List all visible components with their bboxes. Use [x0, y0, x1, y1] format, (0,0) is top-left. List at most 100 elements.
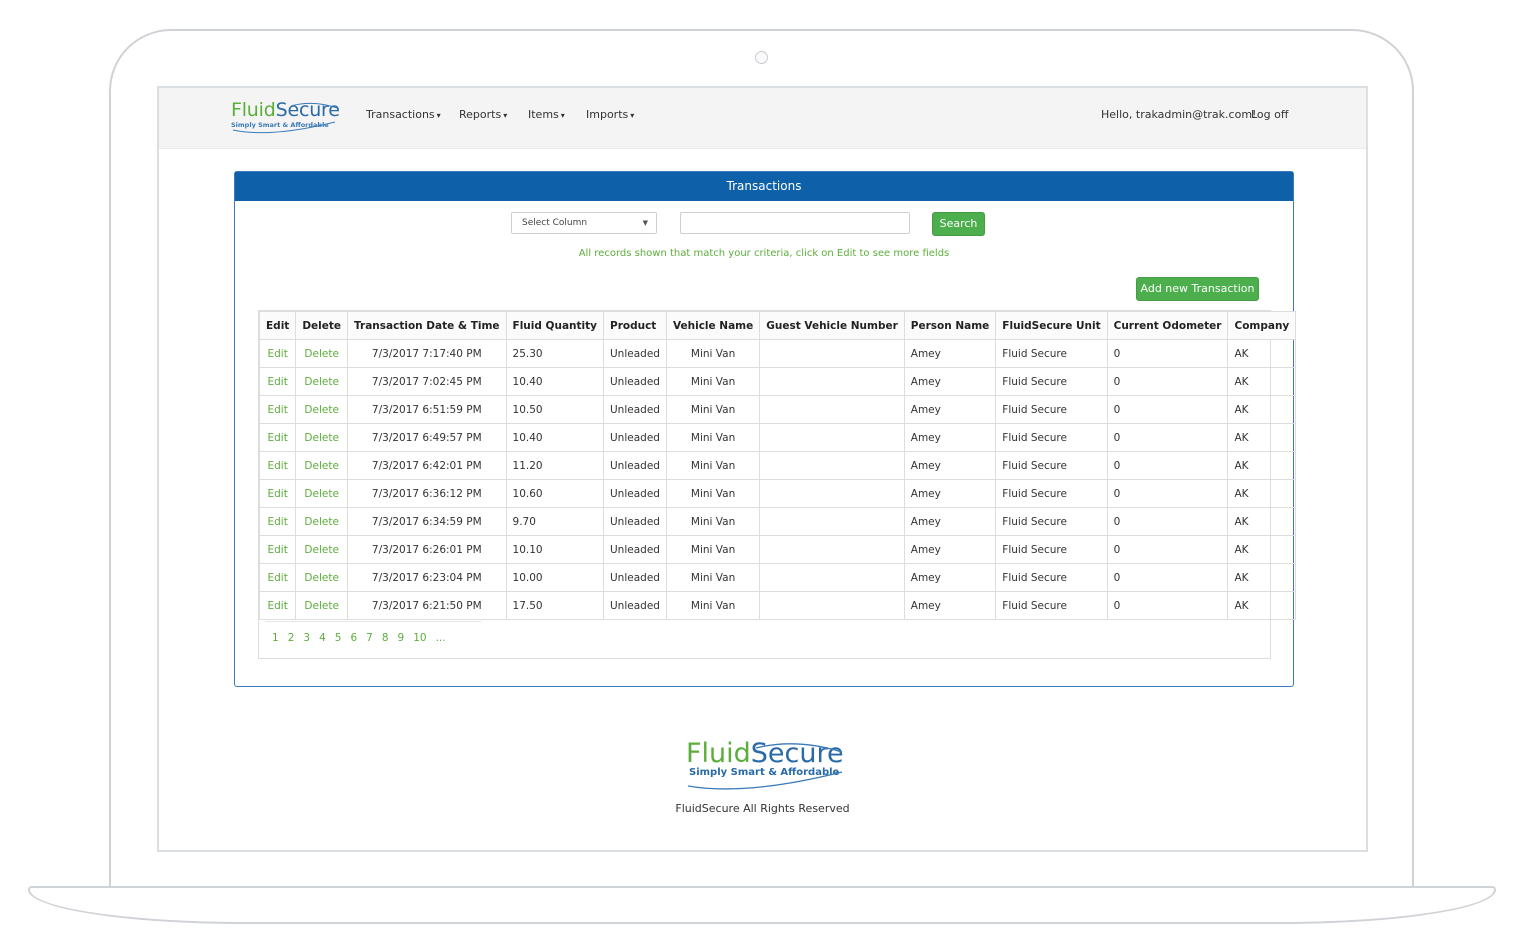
- caret-down-icon: ▾: [560, 111, 565, 120]
- logoff-link[interactable]: Log off: [1251, 108, 1288, 121]
- edit-link[interactable]: Edit: [258, 479, 297, 508]
- search-button[interactable]: Search: [932, 212, 985, 236]
- table-cell: Mini Van: [665, 563, 761, 592]
- add-transaction-button[interactable]: Add new Transaction: [1136, 277, 1259, 301]
- edit-link[interactable]: Edit: [258, 591, 297, 620]
- table-cell: Mini Van: [665, 535, 761, 564]
- table-row: Edit Delete 7/3/2017 6:23:04 PM 10.00 Unlead…: [258, 563, 1297, 592]
- delete-link[interactable]: Delete: [295, 339, 349, 368]
- table-cell: [759, 563, 905, 592]
- table-cell: AK: [1227, 451, 1297, 480]
- edit-link[interactable]: Edit: [258, 395, 297, 424]
- caret-down-icon: ▾: [436, 111, 441, 120]
- select-column-dropdown[interactable]: Select Column ▼: [511, 212, 657, 234]
- table-cell: Unleaded: [603, 563, 667, 592]
- delete-link[interactable]: Delete: [295, 479, 349, 508]
- table-cell: Amey: [903, 507, 997, 536]
- table-cell: AK: [1227, 507, 1297, 536]
- laptop-base: [28, 886, 1496, 924]
- table-cell: Unleaded: [603, 367, 667, 396]
- table-cell: [759, 395, 905, 424]
- delete-link[interactable]: Delete: [295, 395, 349, 424]
- page-link[interactable]: 3: [303, 632, 310, 644]
- edit-link[interactable]: Edit: [258, 507, 297, 536]
- page-link[interactable]: 6: [350, 632, 357, 644]
- table-cell: Fluid Secure: [995, 563, 1108, 592]
- page-link[interactable]: 9: [398, 632, 405, 644]
- column-header: Vehicle Name: [665, 311, 761, 340]
- edit-link[interactable]: Edit: [258, 339, 297, 368]
- table-cell: [759, 591, 905, 620]
- table-cell: Amey: [903, 479, 997, 508]
- table-row: Edit Delete 7/3/2017 6:21:50 PM 17.50 Unlead…: [258, 591, 1297, 620]
- page-link[interactable]: 5: [335, 632, 342, 644]
- table-cell: [759, 479, 905, 508]
- table-cell: Fluid Secure: [995, 591, 1108, 620]
- table-cell: [759, 507, 905, 536]
- table-header-row: Edit Delete Transaction Date & Time Fluid Q…: [258, 311, 1297, 340]
- transactions-table: Edit Delete Transaction Date & Time Fluid Q…: [258, 310, 1297, 659]
- table-cell: [759, 339, 905, 368]
- transactions-panel: Transactions Select Column ▼ Search All …: [234, 171, 1297, 687]
- table-cell: [759, 535, 905, 564]
- column-header: Fluid Quantity: [505, 311, 605, 340]
- table-cell: [759, 451, 905, 480]
- table-cell: AK: [1227, 339, 1297, 368]
- delete-link[interactable]: Delete: [295, 591, 349, 620]
- table-cell: Fluid Secure: [995, 367, 1108, 396]
- page-link[interactable]: ...: [436, 632, 446, 644]
- panel-title: Transactions: [235, 172, 1293, 201]
- search-input[interactable]: [680, 212, 910, 234]
- table-cell: 11.20: [505, 451, 605, 480]
- column-header: Company: [1227, 311, 1297, 340]
- delete-link[interactable]: Delete: [295, 451, 349, 480]
- nav-imports[interactable]: Imports ▾: [586, 108, 634, 121]
- delete-link[interactable]: Delete: [295, 535, 349, 564]
- nav-transactions[interactable]: Transactions ▾: [366, 108, 441, 121]
- table-cell: 7/3/2017 6:26:01 PM: [347, 535, 507, 564]
- column-header: Guest Vehicle Number: [759, 311, 905, 340]
- dropdown-arrow-icon: ▼: [642, 219, 648, 227]
- table-cell: 7/3/2017 6:21:50 PM: [347, 591, 507, 620]
- table-cell: 7/3/2017 7:02:45 PM: [347, 367, 507, 396]
- delete-link[interactable]: Delete: [295, 367, 349, 396]
- edit-link[interactable]: Edit: [258, 563, 297, 592]
- column-header: Delete: [295, 311, 349, 340]
- page-link[interactable]: 10: [413, 632, 426, 644]
- fluidsecure-logo[interactable]: FluidSecure Simply Smart & Affordable: [231, 100, 341, 136]
- edit-link[interactable]: Edit: [258, 367, 297, 396]
- navbar: FluidSecure Simply Smart & Affordable Tr…: [159, 88, 1366, 149]
- table-cell: Unleaded: [603, 479, 667, 508]
- table-cell: 17.50: [505, 591, 605, 620]
- table-cell: [759, 367, 905, 396]
- page-link[interactable]: 8: [382, 632, 389, 644]
- column-header: Person Name: [903, 311, 997, 340]
- table-cell: Unleaded: [603, 423, 667, 452]
- table-cell: Fluid Secure: [995, 535, 1108, 564]
- table-cell: 0: [1106, 423, 1229, 452]
- delete-link[interactable]: Delete: [295, 423, 349, 452]
- table-cell: Unleaded: [603, 507, 667, 536]
- nav-items[interactable]: Items ▾: [528, 108, 565, 121]
- caret-down-icon: ▾: [503, 111, 508, 120]
- table-cell: AK: [1227, 423, 1297, 452]
- edit-link[interactable]: Edit: [258, 423, 297, 452]
- edit-link[interactable]: Edit: [258, 451, 297, 480]
- table-cell: 10.60: [505, 479, 605, 508]
- table-cell: Unleaded: [603, 451, 667, 480]
- edit-link[interactable]: Edit: [258, 535, 297, 564]
- delete-link[interactable]: Delete: [295, 563, 349, 592]
- pager-divider: [265, 621, 481, 622]
- criteria-hint: All records shown that match your criter…: [578, 248, 950, 259]
- page-link[interactable]: 2: [288, 632, 295, 644]
- page-link[interactable]: 7: [366, 632, 373, 644]
- table-cell: AK: [1227, 367, 1297, 396]
- table-cell: Fluid Secure: [995, 423, 1108, 452]
- table-cell: 0: [1106, 591, 1229, 620]
- page-link[interactable]: 1: [272, 632, 279, 644]
- delete-link[interactable]: Delete: [295, 507, 349, 536]
- table-cell: 7/3/2017 6:42:01 PM: [347, 451, 507, 480]
- user-greeting[interactable]: Hello, trakadmin@trak.com!: [1101, 108, 1256, 121]
- nav-reports[interactable]: Reports ▾: [459, 108, 507, 121]
- page-link[interactable]: 4: [319, 632, 326, 644]
